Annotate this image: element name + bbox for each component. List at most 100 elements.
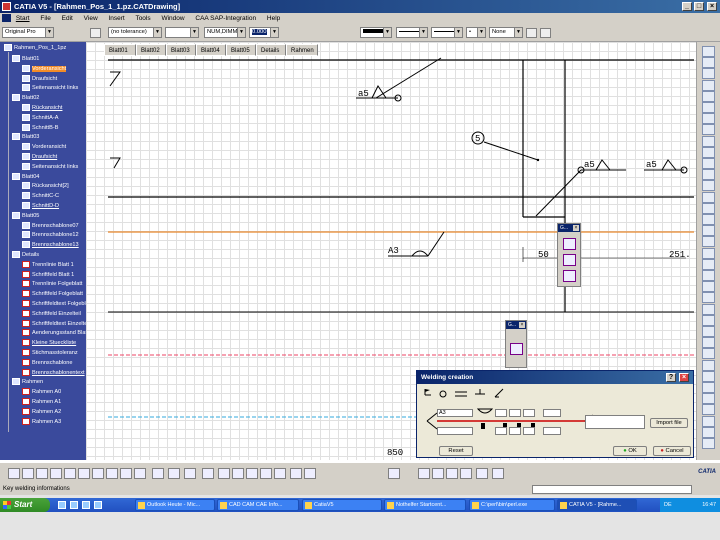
cut-icon[interactable] [64, 468, 76, 479]
section-icon[interactable] [702, 68, 715, 80]
thread-icon[interactable] [702, 348, 715, 360]
taskbar-item-4[interactable]: C:\perl\bin\perl.exe [469, 499, 555, 511]
menu-file[interactable]: File [40, 15, 50, 22]
line-icon[interactable] [702, 124, 715, 136]
menu-caa-sap[interactable]: CAA SAP-Integration [195, 15, 256, 22]
tree-node-33[interactable]: Rahmen [12, 378, 84, 387]
text-icon[interactable] [702, 281, 715, 293]
tree-item-5[interactable]: Rückansicht [22, 104, 86, 113]
dialog-close-button[interactable]: × [679, 373, 689, 382]
tree-item-28[interactable]: Aenderungsstand Blatt [22, 329, 86, 338]
tree-root[interactable]: Rahmen_Pos_1_1pz [4, 44, 66, 53]
quick-launch-icon[interactable] [70, 501, 78, 509]
tree-item-1[interactable]: Vorderansicht [22, 64, 86, 74]
constraint-icon[interactable] [432, 468, 444, 479]
menu-help[interactable]: Help [267, 15, 280, 22]
welding-creation-dialog[interactable]: Welding creation ? × A3 Import file Rese… [416, 370, 694, 458]
tree-item-37[interactable]: Rahmen A3 [22, 417, 86, 427]
import-file-button[interactable]: Import file [650, 418, 688, 428]
paint-icon[interactable] [526, 28, 537, 38]
tree-item-31[interactable]: Brennschablone [22, 358, 86, 368]
linetype-combo[interactable]: ▼ [396, 27, 428, 38]
analysis-icon[interactable] [446, 468, 458, 479]
ok-button[interactable]: ● OK [613, 446, 647, 456]
menu-insert[interactable]: Insert [108, 15, 124, 22]
arrow-end-icon[interactable] [702, 426, 715, 438]
tree-node-8[interactable]: Blatt03 [12, 133, 84, 142]
floating-palette-2[interactable]: G... × [505, 320, 527, 368]
tree-item-14[interactable]: SchnittC-C [22, 192, 86, 201]
filter-icon[interactable] [460, 468, 472, 479]
weld-field-lower-1[interactable] [495, 427, 507, 435]
tab-blatt01[interactable]: Blatt01 [104, 44, 136, 56]
rotate-icon[interactable] [232, 468, 244, 479]
taskbar-item-0[interactable]: Outlook Heute - Mic... [135, 499, 215, 511]
tree-item-24[interactable]: Schriftfeld Folgeblatt [22, 290, 86, 299]
symmetry-icon[interactable] [702, 225, 715, 237]
tolerance-icon[interactable] [90, 28, 101, 38]
table-icon[interactable] [702, 326, 715, 337]
tree-node-20[interactable]: Details [12, 251, 84, 260]
style-combo[interactable]: Original Pro ▼ [2, 27, 54, 38]
start-button[interactable]: Start [0, 498, 50, 512]
clipping-icon[interactable] [702, 90, 715, 102]
lineweight-combo[interactable]: ▼ [431, 27, 463, 38]
tree-item-34[interactable]: Rahmen A0 [22, 388, 86, 397]
weld-field-upper-1[interactable] [495, 409, 507, 417]
menu-view[interactable]: View [84, 15, 98, 22]
tree-item-15[interactable]: SchnittD-D [22, 202, 86, 211]
open-icon[interactable] [22, 468, 34, 479]
taskbar-item-3[interactable]: Nothelfer Startcent... [384, 499, 466, 511]
menu-start[interactable]: Start [16, 15, 30, 22]
weld-field-lower-4[interactable] [543, 427, 561, 435]
weld-size-field[interactable]: A3 [437, 409, 473, 417]
weld-field-upper-3[interactable] [523, 409, 535, 417]
numerical-format-combo[interactable]: NUM,DIMM ▼ [204, 27, 246, 38]
point-icon[interactable] [702, 158, 715, 169]
menu-tools[interactable]: Tools [135, 15, 150, 22]
frame-icon[interactable] [563, 270, 576, 282]
tree-item-11[interactable]: Seitenansicht links [22, 162, 86, 172]
detail-view-icon[interactable] [702, 79, 715, 91]
tree-item-23[interactable]: Trennlinie Folgeblatt [22, 280, 86, 289]
tolerance-combo[interactable]: (no tolerance) ▼ [108, 27, 162, 38]
arrow-icon[interactable] [702, 292, 715, 304]
print-icon[interactable] [50, 468, 62, 479]
tree-item-26[interactable]: Schriftfeld Einzelteil [22, 309, 86, 319]
breakout-icon[interactable] [702, 113, 715, 125]
menu-window[interactable]: Window [161, 15, 184, 22]
tree-item-18[interactable]: Brennschablone12 [22, 231, 86, 240]
dimension-icon[interactable] [702, 247, 715, 259]
help-button[interactable]: ? [666, 373, 676, 382]
broken-view-icon[interactable] [702, 102, 715, 113]
spline-icon[interactable] [702, 146, 715, 158]
swap-icon[interactable] [304, 468, 316, 479]
translate-icon[interactable] [702, 236, 715, 248]
redo-icon[interactable] [120, 468, 132, 479]
precision-combo[interactable]: 0.000 ▼ [249, 27, 279, 38]
tab-blatt02[interactable]: Blatt02 [136, 44, 166, 56]
tree-item-10[interactable]: Draufsicht [22, 153, 86, 162]
gdt-icon[interactable] [702, 415, 715, 427]
weld-icon[interactable] [702, 314, 715, 326]
tree-item-32[interactable]: Brennschablonentext [22, 368, 86, 378]
line-tool-icon[interactable] [510, 343, 523, 355]
sheet-icon[interactable] [476, 468, 488, 479]
weld-symbol-icon[interactable] [563, 254, 576, 266]
generate-dim-icon[interactable] [702, 382, 715, 393]
command-input[interactable] [532, 485, 692, 494]
fit-all-icon[interactable] [202, 468, 214, 479]
datum-icon[interactable] [702, 404, 715, 416]
quick-launch-icon[interactable] [94, 501, 102, 509]
search-icon[interactable] [152, 468, 164, 479]
tree-node-12[interactable]: Blatt04 [12, 172, 84, 182]
fly-icon[interactable] [184, 468, 196, 479]
tree-item-22[interactable]: Schriftfeld Blatt 1 [22, 270, 86, 280]
zoom-in-icon[interactable] [246, 468, 258, 479]
tree-node-0[interactable]: Blatt01 [12, 55, 84, 64]
select-icon[interactable] [702, 46, 715, 57]
undo-icon[interactable] [106, 468, 118, 479]
tree-item-21[interactable]: Trennlinie Blatt 1 [22, 260, 86, 270]
tab-blatt05[interactable]: Blatt05 [226, 44, 256, 56]
view-update-icon[interactable] [492, 468, 504, 479]
